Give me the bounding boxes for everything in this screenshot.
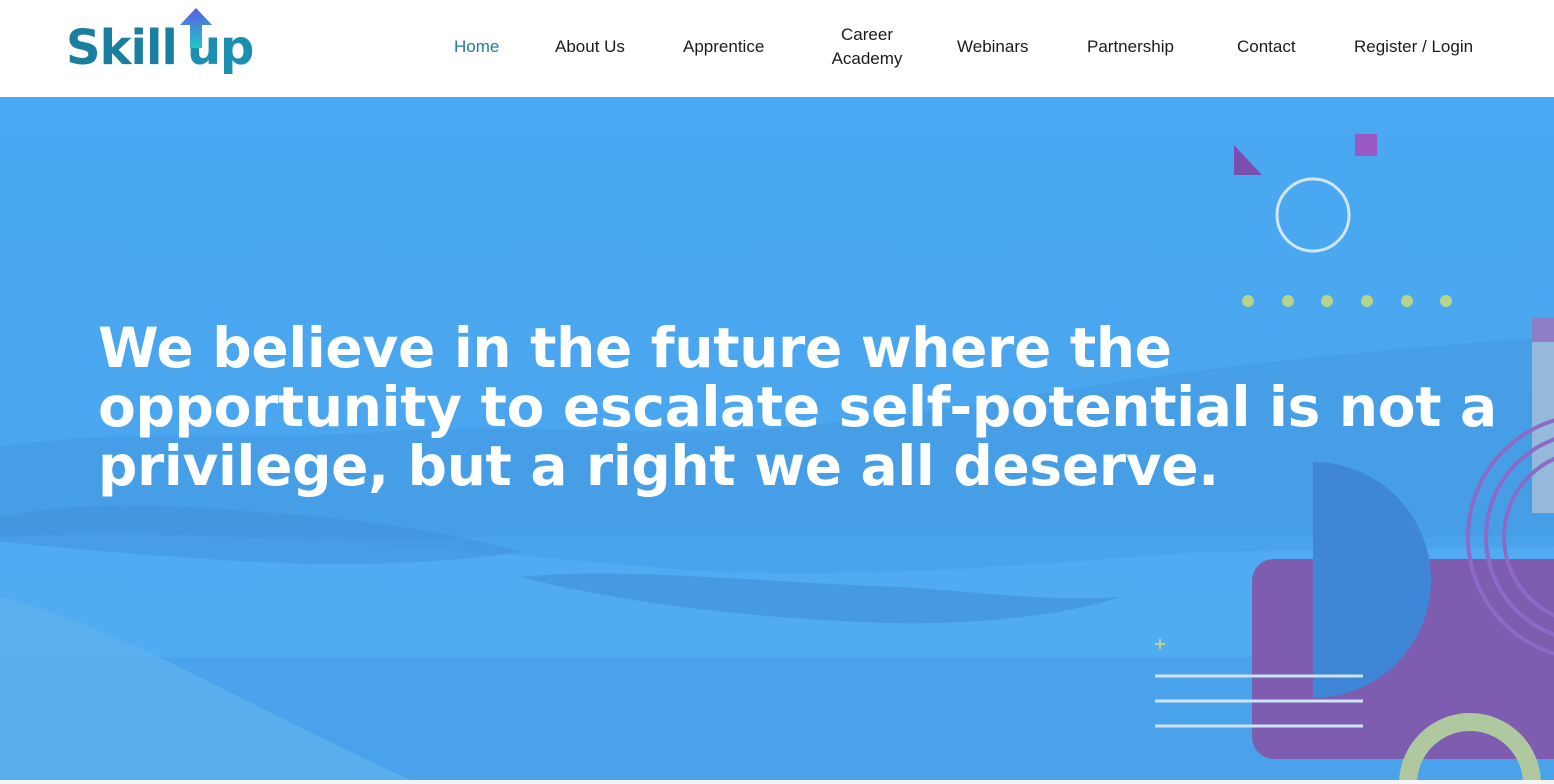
hero-headline: We believe in the future where the oppor… — [98, 319, 1518, 496]
deco-right-bar-edge — [1532, 318, 1554, 342]
hero-headline-line-1: We believe in the future where the — [98, 316, 1172, 380]
nav-apprentice[interactable]: Apprentice — [683, 35, 764, 59]
nav-about-us[interactable]: About Us — [555, 35, 625, 59]
nav-register-login[interactable]: Register / Login — [1354, 35, 1473, 59]
nav-contact[interactable]: Contact — [1237, 35, 1296, 59]
nav-career-academy-line2: Academy — [831, 49, 903, 68]
nav-career-academy-line1: Career — [841, 25, 893, 44]
nav-partnership[interactable]: Partnership — [1087, 35, 1174, 59]
deco-right-bar — [1532, 318, 1554, 513]
nav-home[interactable]: Home — [454, 35, 499, 59]
main-navigation: Home About Us Apprentice Career Academy … — [0, 0, 1554, 97]
hero-headline-line-3: privilege, but a right we all deserve. — [98, 434, 1219, 498]
deco-square — [1355, 134, 1377, 156]
nav-webinars[interactable]: Webinars — [957, 35, 1029, 59]
hero-bottom-border — [0, 780, 1554, 784]
site-header: Skill up Home About Us Apprentice Career… — [0, 0, 1554, 97]
nav-career-academy[interactable]: Career Academy — [826, 23, 908, 71]
hero-headline-line-2: opportunity to escalate self-potential i… — [98, 375, 1497, 439]
hero-banner: We believe in the future where the oppor… — [0, 97, 1554, 784]
